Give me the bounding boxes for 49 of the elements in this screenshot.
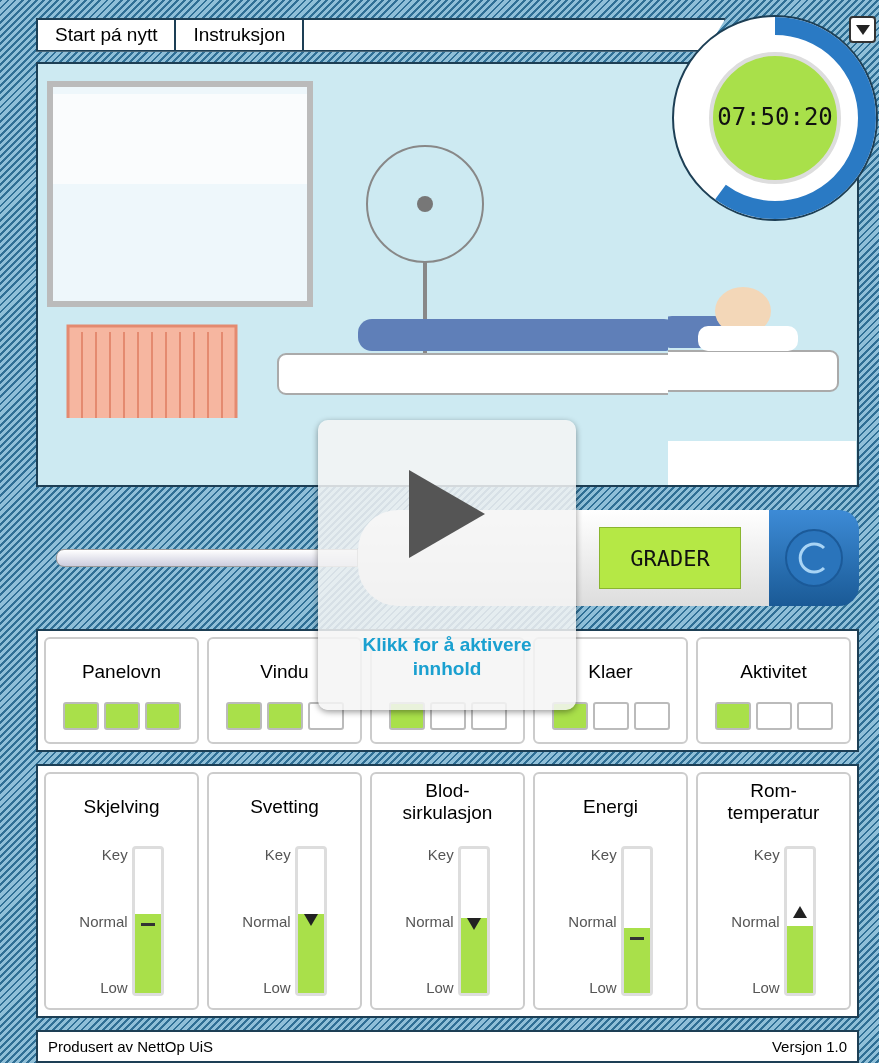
level-step[interactable] xyxy=(266,702,303,731)
caret-icon xyxy=(855,24,870,35)
play-icon xyxy=(409,470,485,558)
level-step[interactable] xyxy=(633,702,670,731)
timer-display: 07:50:20 xyxy=(716,103,834,131)
scale-label: Low xyxy=(752,979,780,997)
gauge-label: Energi xyxy=(583,796,638,819)
down-triangle-icon xyxy=(466,918,481,931)
scale-label: Low xyxy=(589,979,617,997)
dash-icon xyxy=(140,923,155,926)
control-label: Aktivitet xyxy=(740,661,807,684)
activate-content-text: Klikk for å aktivere innhold xyxy=(361,633,533,681)
level-step[interactable] xyxy=(62,702,99,731)
reset-icon[interactable] xyxy=(784,528,844,589)
scale-label: Key xyxy=(101,846,128,864)
gauge-label: Skjelving xyxy=(83,796,160,819)
scale-label: Key xyxy=(753,846,780,864)
scale-label: Normal xyxy=(568,912,617,930)
control-label: Vindu xyxy=(260,661,309,684)
gauge-label: Rom- temperatur xyxy=(727,780,820,825)
scale-label: Normal xyxy=(242,912,291,930)
dropdown-button[interactable] xyxy=(849,16,876,43)
gauge-label: Blod- sirkulasjon xyxy=(402,780,493,825)
control-label: Klaer xyxy=(588,661,633,684)
unit-display: GRADER xyxy=(599,527,741,590)
scale-label: Normal xyxy=(731,912,780,930)
credit-text: Produsert av NettOp UiS xyxy=(48,1038,214,1056)
scale-label: Normal xyxy=(405,912,454,930)
scale-label: Low xyxy=(263,979,291,997)
scale-label: Low xyxy=(100,979,128,997)
level-step[interactable] xyxy=(796,702,833,731)
control-label: Panelovn xyxy=(81,661,162,684)
scale-label: Normal xyxy=(79,912,128,930)
version-text: Versjon 1.0 xyxy=(771,1038,847,1056)
scale-label: Key xyxy=(590,846,617,864)
scale-label: Key xyxy=(427,846,454,864)
level-step[interactable] xyxy=(714,702,751,731)
play-button[interactable] xyxy=(409,470,485,561)
dash-icon xyxy=(629,937,644,941)
up-triangle-icon xyxy=(792,905,807,918)
level-step[interactable] xyxy=(755,702,792,731)
level-step[interactable] xyxy=(144,702,181,731)
scale-label: Low xyxy=(426,979,454,997)
scale-label: Key xyxy=(264,846,291,864)
down-triangle-icon xyxy=(303,914,318,926)
level-step[interactable] xyxy=(103,702,140,731)
level-step[interactable] xyxy=(225,702,262,731)
gauge-label: Svetting xyxy=(250,796,319,819)
level-step[interactable] xyxy=(592,702,629,731)
